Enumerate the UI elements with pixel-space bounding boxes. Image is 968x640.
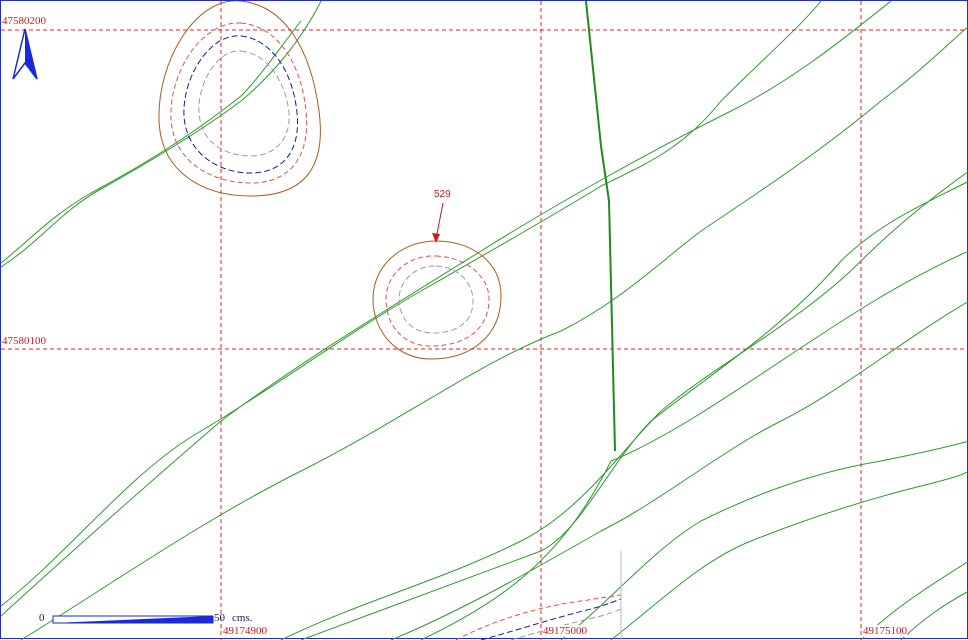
- grid-label-x-2: 49175000: [543, 625, 587, 637]
- line-h: [390, 301, 968, 640]
- point-label: 529: [434, 189, 451, 200]
- contour-outer-2: [372, 240, 502, 360]
- vertical-road: [585, 1, 616, 452]
- grid-label-x-3: 49175100: [863, 625, 907, 637]
- contour-set-3: [455, 551, 622, 640]
- scale-bar-graphic: [52, 615, 214, 624]
- grid-label-x-1: 49174900: [223, 625, 267, 637]
- contour-gray-2: [398, 265, 474, 334]
- contour-inner-3: [455, 594, 622, 640]
- line-a: [1, 1, 322, 268]
- scale-unit-label: cms.: [232, 612, 253, 624]
- scale-start-label: 0: [39, 612, 45, 624]
- point-marker: [432, 202, 444, 243]
- line-k: [610, 470, 968, 640]
- contour-gray-1: [198, 50, 290, 157]
- contour-blue-1: [183, 35, 298, 174]
- line-b: [1, 20, 302, 264]
- contour-set-2: [372, 240, 502, 360]
- point-arrow-shaft: [435, 202, 444, 240]
- north-arrow-icon: [12, 28, 38, 80]
- grid-label-y-top: 47580200: [2, 15, 46, 27]
- line-i: [420, 250, 968, 640]
- line-f: [280, 171, 968, 640]
- scale-end-label: 50: [214, 612, 225, 624]
- line-j: [560, 440, 968, 640]
- line-d: [1, 1, 822, 607]
- map-canvas[interactable]: 47580200 47580100 49174900 49175000 4917…: [0, 0, 968, 640]
- line-c: [1, 1, 892, 617]
- map-drawing: [1, 1, 968, 640]
- line-e: [20, 26, 968, 640]
- grid-label-y-mid: 47580100: [2, 335, 46, 347]
